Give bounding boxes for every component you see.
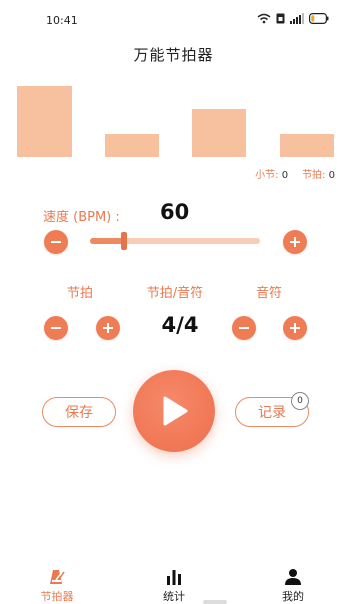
beat-counter: 节拍: 0 (302, 166, 335, 181)
beat-note-label: 节拍/音符 (146, 286, 204, 301)
tempo-label: 速度 (BPM) : (43, 210, 120, 225)
beat-counters: 小节: 0 节拍: 0 (255, 166, 335, 181)
beat-visualizer (0, 70, 347, 160)
home-indicator (203, 600, 227, 604)
status-bar: 10:41 (0, 0, 347, 40)
tab-label: 我的 (282, 590, 304, 603)
tab-metronome[interactable]: 节拍器 (17, 562, 97, 604)
play-icon (163, 396, 188, 426)
minus-icon (51, 241, 61, 243)
battery-icon (309, 13, 329, 24)
tab-bar: 节拍器 统计 我的 (0, 562, 347, 604)
beat-bar (192, 109, 246, 157)
beats-label: 节拍 (66, 286, 93, 301)
page-title: 万能节拍器 (133, 46, 214, 64)
beat-counter-value: 0 (328, 170, 335, 181)
tempo-value: 60 (160, 200, 190, 224)
tempo-slider-thumb[interactable] (121, 232, 127, 250)
tempo-slider[interactable] (90, 232, 260, 250)
note-increase-button[interactable] (283, 316, 307, 340)
tempo-increase-button[interactable] (283, 230, 307, 254)
minus-icon (51, 327, 61, 329)
beat-counter-label: 节拍: (302, 170, 326, 181)
tempo-decrease-button[interactable] (44, 230, 68, 254)
tab-label: 节拍器 (40, 590, 74, 603)
play-button[interactable] (133, 370, 215, 452)
plus-icon (290, 237, 300, 247)
bar-counter-label: 小节: (255, 170, 279, 181)
note-label: 音符 (255, 286, 282, 301)
wifi-icon (257, 13, 271, 24)
time-signature: 4/4 (161, 313, 199, 337)
tempo-slider-fill (90, 238, 124, 244)
beats-increase-button[interactable] (96, 316, 120, 340)
status-time: 10:41 (46, 14, 78, 27)
beat-bar (280, 134, 334, 157)
tab-statistics[interactable]: 统计 (134, 562, 214, 604)
user-icon (285, 569, 301, 585)
minus-icon (239, 327, 249, 329)
tab-profile[interactable]: 我的 (253, 562, 333, 604)
beat-bar (105, 134, 159, 157)
sim-icon (276, 13, 285, 24)
status-icons (257, 13, 329, 24)
record-count-badge: 0 (291, 392, 309, 410)
bar-counter: 小节: 0 (255, 166, 288, 181)
signal-icon (290, 13, 304, 24)
note-decrease-button[interactable] (232, 316, 256, 340)
bar-chart-icon (167, 570, 181, 585)
plus-icon (103, 323, 113, 333)
tab-label: 统计 (163, 590, 185, 603)
metronome-icon (50, 570, 65, 584)
plus-icon (290, 323, 300, 333)
beat-bar (17, 86, 72, 157)
bar-counter-value: 0 (281, 170, 289, 181)
save-button[interactable]: 保存 (42, 397, 116, 427)
beats-decrease-button[interactable] (44, 316, 68, 340)
